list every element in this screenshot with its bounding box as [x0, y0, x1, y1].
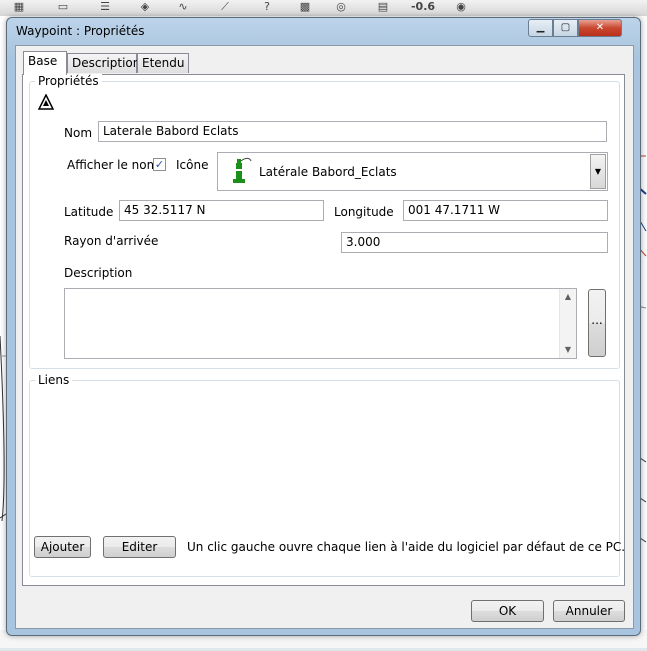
green-buoy-icon	[233, 157, 252, 183]
toolbar-icon-5[interactable]: ∿	[172, 0, 194, 14]
lateral-buoy-icon	[230, 157, 252, 188]
links-group-title: Liens	[35, 373, 73, 387]
arrival-radius-label: Rayon d'arrivée	[64, 234, 159, 248]
map-icon[interactable]: ▩	[290, 0, 320, 14]
toolbar-icon-6[interactable]: ⟋	[210, 0, 240, 14]
toolbar-icon-4[interactable]: ◈	[134, 0, 156, 14]
toolbar-icon-1[interactable]: ▦	[8, 0, 30, 14]
lifebuoy-icon[interactable]: ◉	[450, 0, 472, 14]
minimize-button[interactable]: ▁	[528, 19, 553, 37]
ok-button[interactable]: OK	[471, 600, 544, 622]
latitude-label: Latitude	[64, 205, 114, 219]
toolbar-readout: -0.6	[410, 0, 436, 13]
chevron-down-icon[interactable]: ▼	[590, 154, 606, 189]
title-bar[interactable]: Waypoint : Propriétés ▁ ▢ ✕	[7, 18, 640, 44]
links-hint: Un clic gauche ouvre chaque lien à l'aid…	[187, 540, 626, 554]
tab-base[interactable]: Base	[23, 51, 67, 75]
compass-icon[interactable]: ◎	[330, 0, 352, 14]
longitude-input[interactable]: 001 47.1711 W	[403, 200, 608, 221]
latitude-input[interactable]: 45 32.5117 N	[119, 200, 324, 221]
scroll-up-icon[interactable]: ▲	[560, 289, 576, 305]
name-label: Nom	[64, 126, 93, 140]
description-scrollbar[interactable]: ▲ ▼	[559, 289, 576, 358]
icon-label: Icône	[176, 158, 209, 172]
tab-panel-base: Propriétés Nom Laterale Babord Eclats Af…	[22, 74, 625, 586]
arrival-radius-input[interactable]: 3.000	[341, 232, 608, 253]
properties-group: Propriétés Nom Laterale Babord Eclats Af…	[29, 74, 620, 369]
links-group: Liens Ajouter Editer Un clic gauche ouvr…	[29, 373, 625, 577]
description-textarea[interactable]: ▲ ▼	[64, 288, 577, 359]
cancel-button[interactable]: Annuler	[553, 600, 625, 622]
toolbar-icon-2[interactable]: ▭	[48, 0, 78, 14]
icon-select-value: Latérale Babord_Eclats	[259, 165, 397, 179]
add-link-button[interactable]: Ajouter	[34, 536, 91, 558]
waypoint-properties-dialog: Waypoint : Propriétés ▁ ▢ ✕ Base Descrip…	[6, 17, 641, 636]
tab-etendu[interactable]: Etendu	[137, 53, 189, 73]
window-title: Waypoint : Propriétés	[16, 24, 145, 38]
scroll-down-icon[interactable]: ▼	[560, 342, 576, 358]
show-name-checkbox[interactable]: ✓	[153, 158, 166, 171]
maximize-button[interactable]: ▢	[553, 19, 578, 37]
properties-group-title: Propriétés	[35, 74, 102, 88]
toolbar-icon-3[interactable]: ☰	[92, 0, 118, 14]
help-icon[interactable]: ?	[256, 0, 278, 14]
edit-link-button[interactable]: Editer	[103, 536, 176, 558]
warning-icon[interactable]	[37, 93, 55, 113]
warning-triangle-icon	[37, 93, 55, 110]
name-input[interactable]: Laterale Babord Eclats	[98, 121, 607, 142]
tab-description[interactable]: Description	[67, 53, 140, 73]
background-toolbar: ▦ ▭ ☰ ◈ ∿ ⟋ ? ▩ ◎ ▤ -0.6 ◉	[0, 0, 647, 16]
show-name-label: Afficher le nom	[67, 158, 159, 172]
dialog-client-area: Base Description Etendu Propriétés Nom L…	[15, 45, 634, 629]
description-label: Description	[64, 266, 133, 280]
toolbar-icon-10[interactable]: ▤	[368, 0, 398, 14]
icon-select[interactable]: Latérale Babord_Eclats ▼	[217, 152, 608, 191]
longitude-label: Longitude	[334, 205, 394, 219]
description-edit-button[interactable]: ...	[588, 289, 606, 357]
close-button[interactable]: ✕	[578, 19, 622, 37]
